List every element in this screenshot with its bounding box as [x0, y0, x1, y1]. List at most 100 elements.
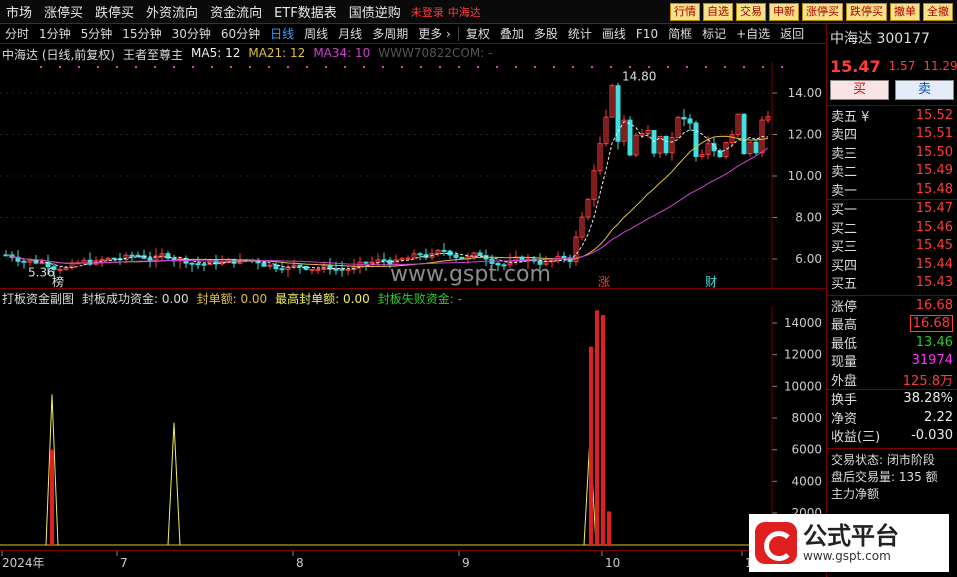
- candle-body: [741, 113, 747, 155]
- main-net-flow: 主力净额: [831, 487, 880, 501]
- tool-simple-frame[interactable]: 简框: [663, 25, 697, 42]
- menu-limit-down-buy[interactable]: 跌停买: [89, 2, 140, 21]
- stat-label: 净资: [831, 411, 858, 427]
- signal-dot: [686, 66, 688, 68]
- tool-stats[interactable]: 统计: [563, 25, 597, 42]
- price-tick-label: 14.00: [788, 86, 822, 100]
- quick-cancel-all-button[interactable]: 全撤: [923, 3, 953, 21]
- quick-limit-down-button[interactable]: 跌停买: [846, 3, 887, 21]
- bid-row[interactable]: 买二 15.46: [827, 218, 957, 237]
- period-daily[interactable]: 日线: [265, 25, 299, 42]
- quote-stats: 涨停 16.68 最高 16.68 最低 13.46 现量 31974 外盘 125.8万…: [827, 295, 957, 445]
- period-more[interactable]: 更多 ›: [413, 25, 456, 42]
- quick-quote-button[interactable]: 行情: [670, 3, 700, 21]
- menu-limit-up-buy[interactable]: 涨停买: [38, 2, 89, 21]
- period-monthly[interactable]: 月线: [333, 25, 367, 42]
- ma21-label: MA21: 12: [248, 46, 306, 60]
- candle-body: [189, 262, 195, 265]
- period-multi[interactable]: 多周期: [367, 25, 413, 42]
- period-1min[interactable]: 1分钟: [34, 25, 76, 42]
- tool-mark[interactable]: 标记: [697, 25, 731, 42]
- price-change: 1.57: [888, 59, 916, 73]
- period-60min[interactable]: 60分钟: [216, 25, 265, 42]
- tool-back[interactable]: 返回: [775, 25, 809, 42]
- ask-price: 15.48: [915, 181, 953, 197]
- menu-foreign-flow[interactable]: 外资流向: [140, 2, 204, 21]
- tool-draw[interactable]: 画线: [597, 25, 631, 42]
- stock-code: 300177: [876, 31, 930, 47]
- quick-trade-button[interactable]: 交易: [736, 3, 766, 21]
- sub-chart-title: 打板资金副图: [2, 292, 75, 306]
- signal-dot: [192, 66, 194, 68]
- ask-row[interactable]: 卖二 15.49: [827, 162, 957, 180]
- signal-dot: [230, 66, 232, 68]
- candle-body: [39, 262, 45, 265]
- buy-button[interactable]: 买: [830, 80, 889, 100]
- ask-row[interactable]: 卖五 ¥ 15.52: [827, 106, 957, 125]
- tool-add-watchlist[interactable]: +自选: [731, 25, 775, 42]
- menu-etf-table[interactable]: ETF数据表: [268, 2, 343, 21]
- period-30min[interactable]: 30分钟: [167, 25, 216, 42]
- candlestick-chart[interactable]: 14.00 12.00 10.00 8.00 6.00 14.80 5.36 涨 财 榜: [0, 62, 826, 289]
- ask-price: 15.51: [915, 126, 953, 142]
- gspt-logo: 公式平台 www.gspt.com: [749, 514, 949, 572]
- signal-dot: [591, 66, 593, 68]
- order-book: 卖五 ¥ 15.52 卖四 15.51 卖三 15.50 卖二 15.49 卖一 15.4…: [827, 105, 957, 292]
- high-price-label: 14.80: [622, 69, 656, 83]
- menu-repo[interactable]: 国债逆购: [343, 2, 407, 21]
- bid-row[interactable]: 买一 15.47: [827, 200, 957, 218]
- quick-limit-up-button[interactable]: 涨停买: [802, 3, 843, 21]
- period-5min[interactable]: 5分钟: [76, 25, 118, 42]
- signal-dot: [363, 66, 365, 68]
- stat-label: 现量: [831, 355, 858, 371]
- signal-dot: [743, 66, 745, 68]
- quick-ipo-button[interactable]: 申新: [769, 3, 799, 21]
- period-15min[interactable]: 15分钟: [117, 25, 166, 42]
- stat-label: 最高: [831, 318, 858, 334]
- period-weekly[interactable]: 周线: [299, 25, 333, 42]
- candle-body: [135, 254, 141, 257]
- ask-row[interactable]: 卖一 15.48: [827, 180, 957, 199]
- tool-f10[interactable]: F10: [631, 27, 663, 41]
- signal-dot: [534, 66, 536, 68]
- login-status[interactable]: 未登录: [411, 4, 444, 20]
- signal-dot: [724, 66, 726, 68]
- menu-fund-flow[interactable]: 资金流向: [204, 2, 268, 21]
- ask-row[interactable]: 卖四 15.51: [827, 125, 957, 143]
- seal-success-fund: 封板成功资金: 0.00: [82, 292, 189, 306]
- stat-row: 现量 31974: [827, 352, 957, 371]
- menu-market[interactable]: 市场: [0, 2, 38, 21]
- bid-row[interactable]: 买四 15.44: [827, 255, 957, 274]
- watermark-text: www.gspt.com: [390, 262, 551, 287]
- tool-adjust[interactable]: 复权: [461, 25, 495, 42]
- indicator-name[interactable]: 王者至尊主: [123, 46, 183, 62]
- ask-price: 15.49: [915, 163, 953, 179]
- tool-overlay[interactable]: 叠加: [495, 25, 529, 42]
- limit-up-marker: 涨: [598, 274, 610, 288]
- finance-marker: 财: [705, 275, 717, 288]
- bid-label: 买二: [831, 221, 858, 237]
- quick-cancel-button[interactable]: 撤单: [890, 3, 920, 21]
- bid-row[interactable]: 买三 15.45: [827, 237, 957, 255]
- candle-body: [441, 249, 447, 252]
- logo-icon: [755, 522, 797, 564]
- bid-row[interactable]: 买五 15.43: [827, 274, 957, 292]
- sub-tick-label: 6000: [791, 443, 822, 457]
- period-intraday[interactable]: 分时: [0, 25, 34, 42]
- signal-dot: [477, 66, 479, 68]
- logo-url: www.gspt.com: [803, 549, 891, 563]
- signal-dot: [154, 66, 156, 68]
- top-menu-bar: 市场 涨停买 跌停买 外资流向 资金流向 ETF数据表 国债逆购 未登录 中海达…: [0, 0, 957, 24]
- sell-button[interactable]: 卖: [895, 80, 954, 100]
- ask-row[interactable]: 卖三 15.50: [827, 143, 957, 162]
- ask-price: 15.52: [915, 107, 953, 123]
- candle-body: [405, 257, 411, 260]
- extra-label: WWW70822COM: -: [378, 46, 493, 60]
- quick-watchlist-button[interactable]: 自选: [703, 3, 733, 21]
- candle-body: [201, 263, 207, 266]
- seal-fund-chart[interactable]: 14000 12000 10000 8000 6000 4000 2000: [0, 306, 826, 548]
- signal-dot: [268, 66, 270, 68]
- signal-dot: [610, 66, 612, 68]
- stock-header: 中海达 300177: [827, 24, 957, 54]
- tool-multi-stock[interactable]: 多股: [529, 25, 563, 42]
